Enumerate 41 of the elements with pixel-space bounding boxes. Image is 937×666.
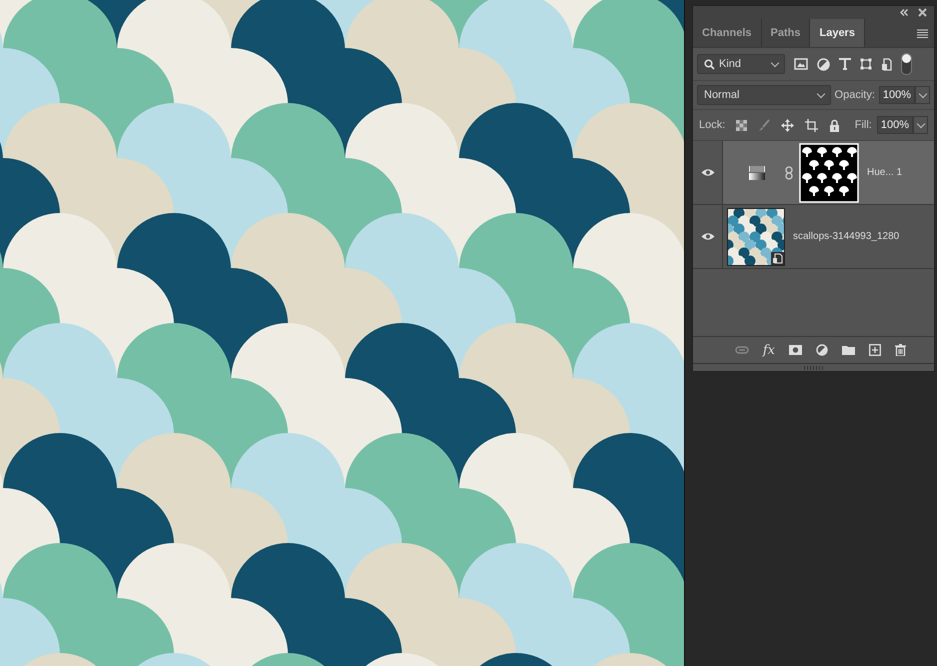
- shape-filter-icon[interactable]: [860, 58, 872, 70]
- search-icon: [704, 58, 715, 70]
- fill-field[interactable]: 100%: [876, 116, 913, 134]
- mask-icon[interactable]: [789, 345, 802, 355]
- visibility-eye-icon[interactable]: [700, 232, 714, 241]
- fill-dropdown-button[interactable]: [913, 116, 928, 134]
- mask-thumbnail[interactable]: [799, 142, 859, 202]
- close-icon[interactable]: [918, 8, 927, 17]
- lock-label: Lock:: [699, 119, 726, 131]
- trash-icon[interactable]: [895, 344, 906, 356]
- adjustment-icon[interactable]: [816, 344, 828, 356]
- layer-name: scallops-3144993_1280: [793, 231, 900, 242]
- opacity-dropdown-button[interactable]: [915, 86, 930, 104]
- filter-kind-dropdown[interactable]: Kind: [697, 54, 785, 74]
- image-filter-icon[interactable]: [794, 58, 808, 70]
- new-layer-icon[interactable]: [869, 344, 881, 356]
- adjustment-filter-icon[interactable]: [817, 58, 830, 70]
- filter-toggle[interactable]: [901, 53, 912, 75]
- panel-tab[interactable]: Layers: [810, 19, 865, 47]
- lock-icon[interactable]: [829, 118, 840, 132]
- chain-link-icon[interactable]: [785, 166, 793, 180]
- type-filter-icon[interactable]: [839, 58, 851, 70]
- smart-object-badge-icon: [771, 252, 784, 264]
- opacity-field[interactable]: 100%: [878, 86, 916, 104]
- panel-tab[interactable]: Channels: [693, 19, 762, 47]
- smart-object-filter-icon[interactable]: [881, 58, 892, 70]
- menu-icon[interactable]: [917, 28, 928, 38]
- collapse-icon[interactable]: [900, 9, 908, 16]
- layer-name: Hue... 1: [867, 167, 902, 178]
- fill-label: Fill:: [854, 119, 872, 131]
- visibility-eye-icon[interactable]: [700, 168, 714, 177]
- layer-thumbnail[interactable]: [728, 208, 784, 264]
- lock-pixels-icon[interactable]: [736, 120, 748, 130]
- opacity-label: Opacity:: [834, 89, 875, 101]
- layer-row[interactable]: scallops-3144993_1280: [693, 205, 934, 269]
- resize-grip[interactable]: [804, 366, 824, 370]
- blend-mode-dropdown[interactable]: Normal: [697, 85, 831, 105]
- folder-icon[interactable]: [842, 345, 855, 355]
- move-icon[interactable]: [781, 118, 794, 132]
- gradient-map-icon: [749, 166, 765, 180]
- fx-icon[interactable]: fx: [762, 342, 775, 358]
